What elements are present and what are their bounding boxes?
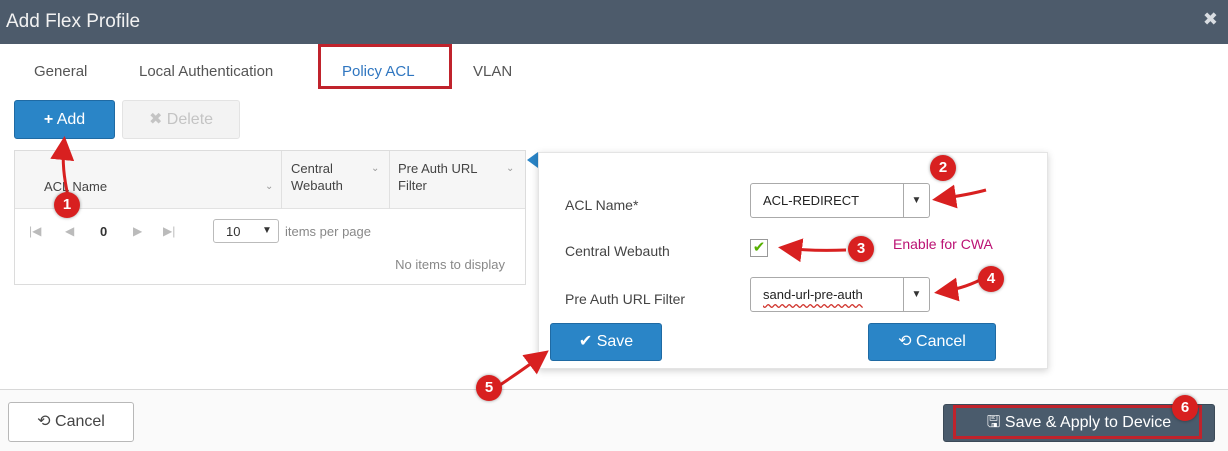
annotation-badge-3: 3 — [848, 236, 874, 262]
annotation-badge-2: 2 — [930, 155, 956, 181]
annotation-badge-1: 1 — [54, 192, 80, 218]
annotation-badge-6: 6 — [1172, 395, 1198, 421]
annotation-badge-5: 5 — [476, 375, 502, 401]
annotation-arrows — [50, 136, 987, 387]
annotation-badge-4: 4 — [978, 266, 1004, 292]
